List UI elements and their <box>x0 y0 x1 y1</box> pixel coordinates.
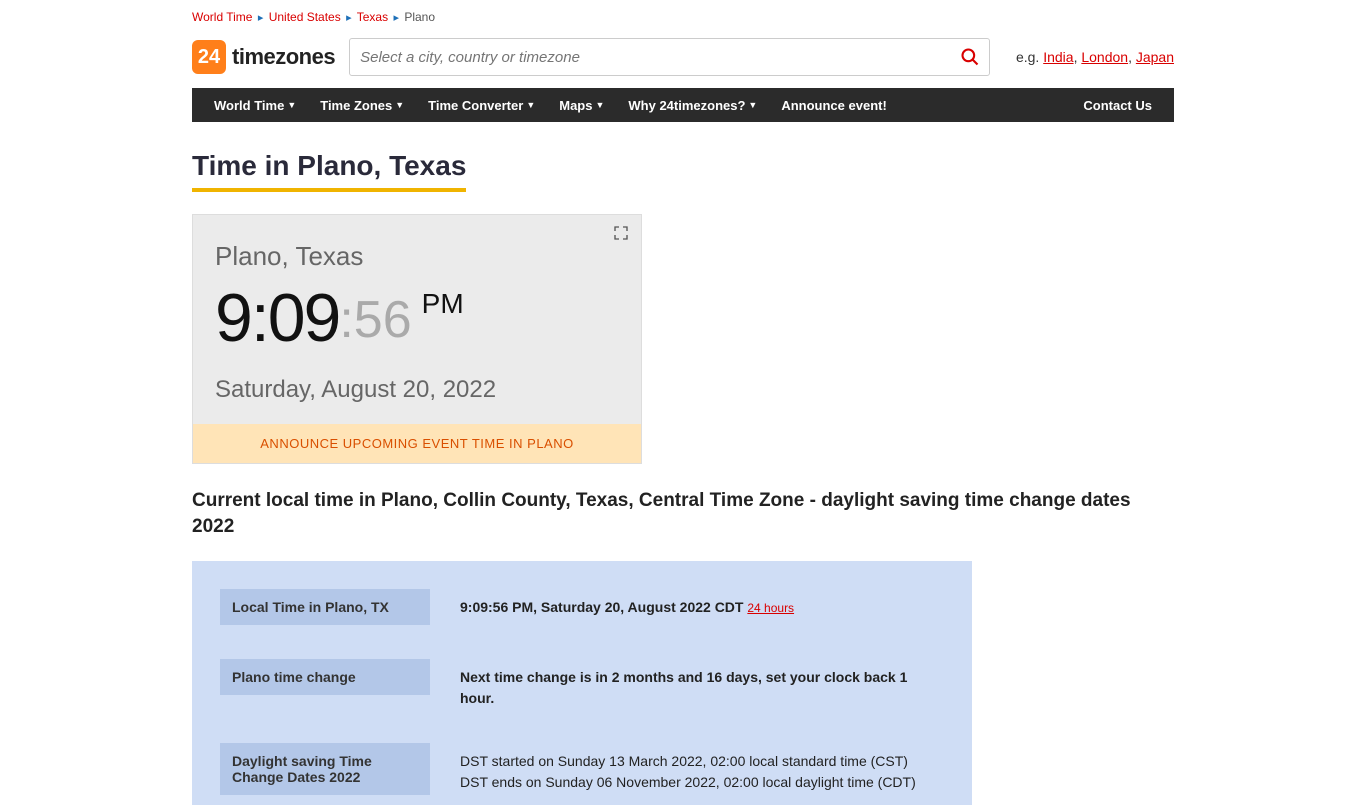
info-value: DST started on Sunday 13 March 2022, 02:… <box>460 743 944 793</box>
clock-seconds: :56 <box>339 284 411 346</box>
search-input[interactable] <box>350 49 951 66</box>
nav-time-zones[interactable]: Time Zones ▼ <box>308 98 416 113</box>
info-row-dst: Daylight saving Time Change Dates 2022 D… <box>220 743 944 795</box>
chevron-right-icon: ▸ <box>393 12 399 24</box>
info-value: Next time change is in 2 months and 16 d… <box>460 659 944 709</box>
breadcrumb-link[interactable]: United States <box>269 10 341 24</box>
subtitle: Current local time in Plano, Collin Coun… <box>192 488 1174 539</box>
clock-ampm: PM <box>422 284 464 320</box>
breadcrumb-link[interactable]: World Time <box>192 10 252 24</box>
chevron-down-icon: ▼ <box>287 100 296 110</box>
nav-why[interactable]: Why 24timezones? ▼ <box>616 98 769 113</box>
nav-announce[interactable]: Announce event! <box>769 98 898 113</box>
page-title: Time in Plano, Texas <box>192 150 466 192</box>
info-label: Daylight saving Time Change Dates 2022 <box>220 743 430 795</box>
clock-hours-minutes: 9:09 <box>215 284 339 352</box>
search-icon <box>960 47 980 67</box>
info-panel: Local Time in Plano, TX 9:09:56 PM, Satu… <box>192 561 972 805</box>
info-label: Local Time in Plano, TX <box>220 589 430 625</box>
chevron-right-icon: ▸ <box>346 12 352 24</box>
chevron-down-icon: ▼ <box>526 100 535 110</box>
navbar: World Time ▼ Time Zones ▼ Time Converter… <box>192 88 1174 122</box>
header: 24 timezones e.g. India, London, Japan <box>192 30 1174 88</box>
chevron-right-icon: ▸ <box>258 12 264 24</box>
link-24-hours[interactable]: 24 hours <box>747 601 794 615</box>
clock-card: Plano, Texas 9:09 :56 PM Saturday, Augus… <box>192 214 642 464</box>
breadcrumb-link[interactable]: Texas <box>357 10 388 24</box>
example-link[interactable]: India <box>1043 49 1073 65</box>
breadcrumb: World Time ▸ United States ▸ Texas ▸ Pla… <box>192 0 1174 30</box>
info-label: Plano time change <box>220 659 430 695</box>
info-row-time-change: Plano time change Next time change is in… <box>220 659 944 709</box>
search-button[interactable] <box>951 39 989 75</box>
breadcrumb-current: Plano <box>404 10 435 24</box>
logo-text: timezones <box>232 44 335 70</box>
info-value: 9:09:56 PM, Saturday 20, August 2022 CDT… <box>460 589 944 618</box>
example-link[interactable]: Japan <box>1136 49 1174 65</box>
chevron-down-icon: ▼ <box>748 100 757 110</box>
example-links: e.g. India, London, Japan <box>1016 49 1174 65</box>
nav-world-time[interactable]: World Time ▼ <box>202 98 308 113</box>
nav-maps[interactable]: Maps ▼ <box>547 98 616 113</box>
info-row-local-time: Local Time in Plano, TX 9:09:56 PM, Satu… <box>220 589 944 625</box>
logo[interactable]: 24 timezones <box>192 40 335 74</box>
nav-contact[interactable]: Contact Us <box>1071 98 1164 113</box>
chevron-down-icon: ▼ <box>395 100 404 110</box>
clock-date: Saturday, August 20, 2022 <box>215 376 619 404</box>
logo-badge: 24 <box>192 40 226 74</box>
search-box <box>349 38 990 76</box>
chevron-down-icon: ▼ <box>595 100 604 110</box>
nav-time-converter[interactable]: Time Converter ▼ <box>416 98 547 113</box>
example-link[interactable]: London <box>1081 49 1128 65</box>
announce-event-button[interactable]: ANNOUNCE UPCOMING EVENT TIME IN PLANO <box>193 424 641 463</box>
clock-location: Plano, Texas <box>215 241 619 272</box>
expand-icon[interactable] <box>613 225 629 246</box>
